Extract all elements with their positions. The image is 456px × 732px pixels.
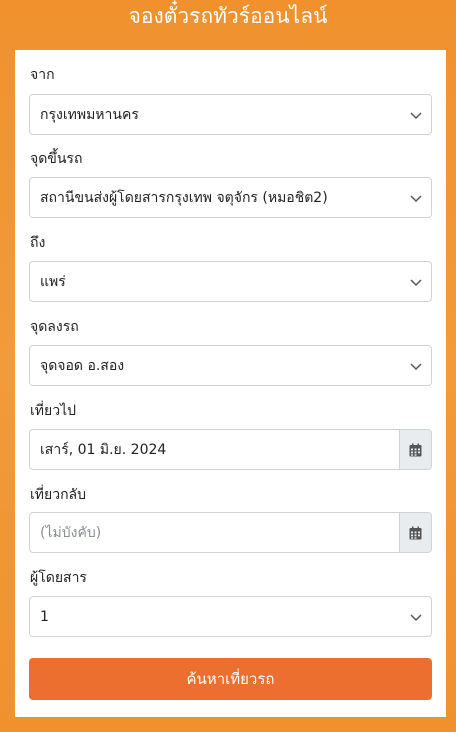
depart-calendar-button[interactable] bbox=[399, 430, 431, 469]
return-date-field[interactable]: (ไม่บังคับ) bbox=[29, 512, 432, 553]
pickup-select[interactable]: สถานีขนส่งผู้โดยสารกรุงเทพ จตุจักร (หมอช… bbox=[29, 177, 432, 218]
return-date-input[interactable]: (ไม่บังคับ) bbox=[30, 513, 399, 552]
chevron-down-icon bbox=[410, 279, 422, 287]
dropoff-select[interactable]: จุดจอด อ.สอง bbox=[29, 345, 432, 386]
pickup-label: จุดขึ้นรถ bbox=[30, 151, 83, 167]
to-select[interactable]: แพร่ bbox=[29, 261, 432, 302]
to-label: ถึง bbox=[30, 235, 46, 251]
chevron-down-icon bbox=[410, 614, 422, 622]
depart-date-field[interactable]: เสาร์, 01 มิ.ย. 2024 bbox=[29, 429, 432, 470]
to-value: แพร่ bbox=[40, 273, 66, 290]
chevron-down-icon bbox=[410, 112, 422, 120]
passengers-label: ผู้โดยสาร bbox=[30, 570, 87, 586]
page-title: จองตั๋วรถทัวร์ออนไลน์ bbox=[128, 4, 328, 28]
chevron-down-icon bbox=[410, 195, 422, 203]
pickup-value: สถานีขนส่งผู้โดยสารกรุงเทพ จตุจักร (หมอช… bbox=[40, 189, 328, 206]
calendar-icon bbox=[409, 443, 422, 456]
from-label: จาก bbox=[30, 67, 55, 83]
depart-date-input[interactable]: เสาร์, 01 มิ.ย. 2024 bbox=[30, 430, 399, 469]
header: จองตั๋วรถทัวร์ออนไลน์ bbox=[0, 0, 456, 50]
depart-label: เที่ยวไป bbox=[30, 403, 77, 419]
return-calendar-button[interactable] bbox=[399, 513, 431, 552]
calendar-icon bbox=[409, 526, 422, 539]
dropoff-label: จุดลงรถ bbox=[30, 319, 79, 335]
chevron-down-icon bbox=[410, 363, 422, 371]
return-label: เที่ยวกลับ bbox=[30, 487, 87, 503]
from-select[interactable]: กรุงเทพมหานคร bbox=[29, 94, 432, 135]
from-value: กรุงเทพมหานคร bbox=[40, 106, 139, 123]
search-trips-button[interactable]: ค้นหาเที่ยวรถ bbox=[29, 658, 432, 700]
passengers-value: 1 bbox=[40, 608, 49, 625]
booking-form: จาก กรุงเทพมหานคร จุดขึ้นรถ สถานีขนส่งผู… bbox=[15, 50, 446, 717]
passengers-select[interactable]: 1 bbox=[29, 596, 432, 637]
dropoff-value: จุดจอด อ.สอง bbox=[40, 357, 125, 374]
